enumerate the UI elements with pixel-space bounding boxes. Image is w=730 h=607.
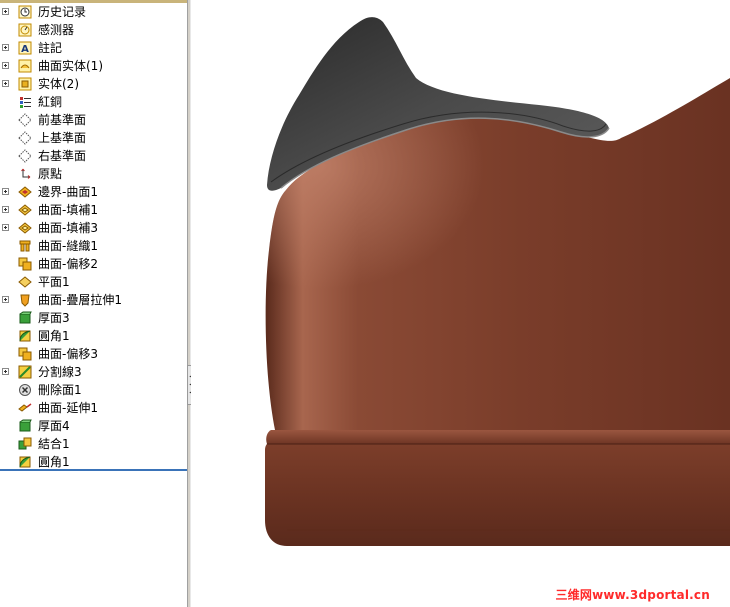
expand-icon[interactable] [2,44,9,51]
tree-item[interactable]: 結合1 [0,435,187,453]
solid-bodies-icon [17,76,33,92]
tree-item[interactable]: 圓角1 [0,327,187,345]
tree-item[interactable]: A 註記 [0,39,187,57]
knit-surface-icon [17,238,33,254]
expand-icon[interactable] [2,188,9,195]
tree-item-label: 曲面-偏移2 [38,257,98,271]
tree-item[interactable]: 曲面-偏移2 [0,255,187,273]
tree-item-label: 刪除面1 [38,383,82,397]
tree-item[interactable]: 厚面4 [0,417,187,435]
rollback-bar[interactable] [0,469,187,471]
tree-item-label: 曲面-延伸1 [38,401,98,415]
svg-text:A: A [21,44,29,55]
tree-item[interactable]: 曲面-填補3 [0,219,187,237]
tree-item[interactable]: 曲面-延伸1 [0,399,187,417]
expand-icon[interactable] [2,8,9,15]
tree-item[interactable]: 紅銅 [0,93,187,111]
loft-surface-icon [17,292,33,308]
watermark-text: 三维网www.3dportal.cn [555,588,710,602]
shoe-model [265,17,730,546]
tree-item-label: 平面1 [38,275,70,289]
tree-item-label: 圓角1 [38,329,70,343]
tree-item[interactable]: 平面1 [0,273,187,291]
tree-item-label: 实体(2) [38,77,79,91]
tree-item-label: 紅銅 [38,95,63,109]
tree-item[interactable]: 原點 [0,165,187,183]
tree-item-label: 曲面-偏移3 [38,347,98,361]
tree-item[interactable]: 曲面-縫織1 [0,237,187,255]
tree-item-label: 分割線3 [38,365,82,379]
tree-item-label: 曲面-縫織1 [38,239,98,253]
thicken-icon [17,418,33,434]
tree-item-label: 註記 [38,41,63,55]
tree-item-label: 曲面-填補1 [38,203,98,217]
plane-icon [17,112,33,128]
combine-icon [17,436,33,452]
planar-surface-icon [17,274,33,290]
tree-item-label: 上基準面 [38,131,87,145]
tree-item[interactable]: 曲面-疊層拉伸1 [0,291,187,309]
offset-surface-icon [17,256,33,272]
expand-icon[interactable] [2,224,9,231]
tree-item-label: 邊界-曲面1 [38,185,98,199]
tree-item[interactable]: 分割線3 [0,363,187,381]
tree-item[interactable]: 刪除面1 [0,381,187,399]
tree-item-label: 原點 [38,167,63,181]
surface-bodies-icon [17,58,33,74]
fillet-icon [17,454,33,470]
tree-item-label: 厚面3 [38,311,70,325]
split-line-icon [17,364,33,380]
tree-item-label: 曲面-疊層拉伸1 [38,293,122,307]
feature-tree: 历史记录感测器 A 註記曲面实体(1) 实体(2) 紅銅前基準面上基準面右基準面原點邊界… [0,3,187,471]
offset-surface-icon [17,346,33,362]
expand-icon[interactable] [2,368,9,375]
tree-item[interactable]: 曲面实体(1) [0,57,187,75]
thicken-icon [17,310,33,326]
sensor-icon [17,22,33,38]
tree-item-label: 曲面-填補3 [38,221,98,235]
tree-item[interactable]: 厚面3 [0,309,187,327]
fillet-icon [17,328,33,344]
origin-icon [17,166,33,182]
history-icon [17,4,33,20]
expand-icon[interactable] [2,62,9,69]
tree-item[interactable]: 右基準面 [0,147,187,165]
boundary-surface-icon [17,184,33,200]
annotation-icon: A [17,40,33,56]
filled-surface-icon [17,220,33,236]
tree-item[interactable]: 感测器 [0,21,187,39]
tree-item[interactable]: 曲面-填補1 [0,201,187,219]
tree-item[interactable]: 前基準面 [0,111,187,129]
tree-item-label: 历史记录 [38,5,87,19]
tree-item-label: 右基準面 [38,149,87,163]
plane-icon [17,148,33,164]
tree-item-label: 前基準面 [38,113,87,127]
expand-icon[interactable] [2,296,9,303]
extend-surface-icon [17,400,33,416]
sole [265,444,730,546]
tree-item[interactable]: 实体(2) [0,75,187,93]
expand-icon[interactable] [2,206,9,213]
material-icon [17,94,33,110]
tree-item-label: 結合1 [38,437,70,451]
filled-surface-icon [17,202,33,218]
tree-item[interactable]: 曲面-偏移3 [0,345,187,363]
plane-icon [17,130,33,146]
tree-item-label: 厚面4 [38,419,70,433]
graphics-viewport[interactable] [191,0,730,607]
feature-tree-panel: 历史记录感测器 A 註記曲面实体(1) 实体(2) 紅銅前基準面上基準面右基準面原點邊界… [0,0,187,607]
tree-item-label: 曲面实体(1) [38,59,103,73]
tree-item[interactable]: 邊界-曲面1 [0,183,187,201]
delete-face-icon [17,382,33,398]
sole-top [266,430,730,444]
tree-item[interactable]: 历史记录 [0,3,187,21]
expand-icon[interactable] [2,80,9,87]
tree-item-label: 感测器 [38,23,75,37]
tree-item[interactable]: 上基準面 [0,129,187,147]
